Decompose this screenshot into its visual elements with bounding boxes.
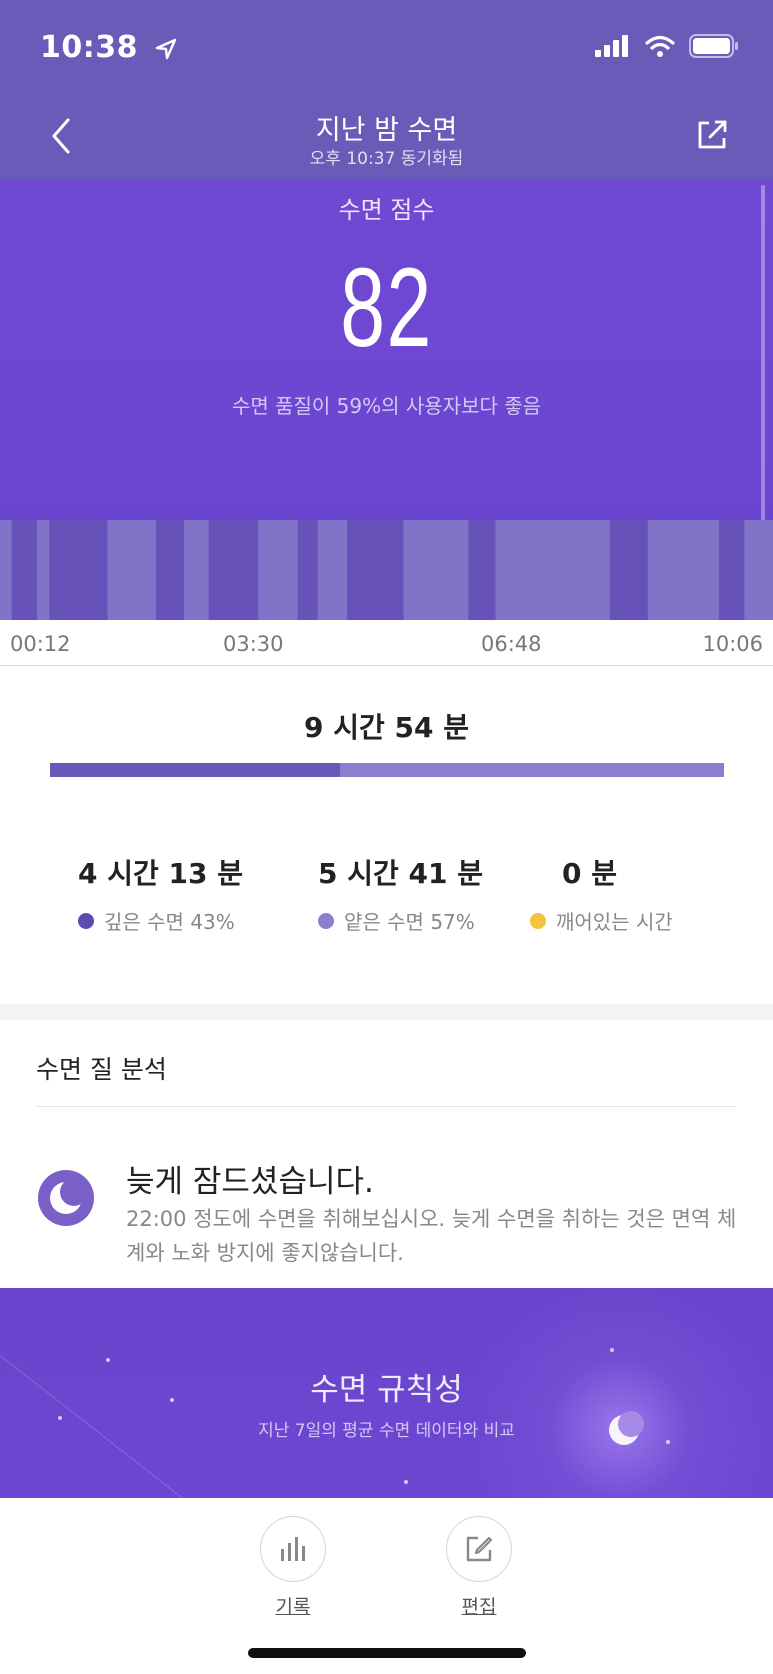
edit-button-label[interactable]: 편집: [439, 1592, 519, 1619]
sleep-stage-chart: [0, 520, 773, 620]
deep-sleep-duration: 4 시간 13 분: [78, 857, 243, 890]
bar-chart-icon: [281, 1537, 305, 1561]
awake-label-row: 깨어있는 시간: [530, 906, 673, 935]
cellular-signal-icon: [595, 35, 628, 57]
battery-icon: [689, 34, 738, 58]
edit-button-circle[interactable]: [446, 1516, 512, 1582]
light-sleep-duration: 5 시간 41 분: [318, 857, 483, 890]
clock-text: 10:38: [40, 30, 138, 65]
analysis-title: 늦게 잠드셨습니다.: [126, 1164, 374, 1200]
deep-sleep-segment: [156, 520, 184, 620]
sleep-score-description: 수면 품질이 59%의 사용자보다 좋음: [231, 394, 542, 418]
sleep-composition-bar: [50, 763, 724, 777]
sleep-score-label: 수면 점수: [338, 196, 435, 224]
deep-sleep-label-row: 깊은 수면 43%: [78, 906, 243, 935]
page-title: 지난 밤 수면: [315, 115, 458, 146]
awake-label: 깨어있는 시간: [556, 910, 673, 934]
deep-sleep-segment: [468, 520, 496, 620]
star-decoration: [610, 1348, 614, 1352]
divider: [36, 1106, 736, 1107]
deep-sleep-segment: [609, 520, 648, 620]
time-tick: 10:06: [702, 632, 763, 656]
deep-sleep-segment: [718, 520, 745, 620]
edit-icon: [466, 1536, 493, 1562]
deep-sleep-stat: 4 시간 13 분 깊은 수면 43%: [78, 852, 243, 935]
records-button-label[interactable]: 기록: [253, 1592, 333, 1619]
sleep-regularity-card[interactable]: 수면 규칙성 지난 7일의 평균 수면 데이터와 비교: [0, 1288, 773, 1498]
deep-sleep-segment: [49, 520, 108, 620]
share-icon[interactable]: [695, 118, 729, 152]
awake-duration: 0 분: [562, 857, 617, 890]
deep-sleep-segment: [297, 520, 318, 620]
moon-icon: [38, 1170, 94, 1226]
star-decoration: [404, 1480, 408, 1484]
deep-sleep-segment: [208, 520, 259, 620]
light-sleep-label-row: 얕은 수면 57%: [318, 906, 483, 935]
status-time: 10:38: [40, 30, 177, 65]
sleep-stage-timeline: [0, 520, 773, 620]
timeline-axis: 00:12 03:30 06:48 10:06: [0, 620, 773, 666]
records-button[interactable]: 기록: [253, 1516, 333, 1619]
awake-dot-icon: [530, 912, 546, 929]
crescent-moon-icon: [609, 1411, 644, 1445]
section-separator: [0, 1004, 773, 1020]
status-icons: [595, 34, 739, 58]
light-sleep-dot-icon: [318, 912, 334, 929]
time-tick: 00:12: [10, 632, 71, 656]
status-bar: 10:38: [0, 0, 773, 96]
deep-sleep-portion: [50, 763, 340, 777]
deep-sleep-segment: [347, 520, 404, 620]
sync-status: 오후 10:37 동기화됨: [309, 149, 464, 169]
time-tick: 06:48: [481, 632, 542, 656]
light-sleep-stat: 5 시간 41 분 얕은 수면 57%: [318, 852, 483, 935]
star-decoration: [106, 1358, 110, 1362]
sleep-analysis-heading: 수면 질 분석: [36, 1055, 167, 1084]
time-tick: 03:30: [223, 632, 284, 656]
wifi-icon: [645, 35, 675, 57]
location-arrow-icon: [155, 38, 177, 59]
deep-sleep-label: 깊은 수면 43%: [104, 910, 235, 934]
deep-sleep-segment: [11, 520, 38, 620]
home-indicator[interactable]: [248, 1648, 526, 1658]
sleep-score-value: 82: [340, 245, 433, 370]
light-sleep-label: 얕은 수면 57%: [344, 910, 475, 934]
regularity-title: 수면 규칙성: [310, 1372, 463, 1408]
navigation-header: 지난 밤 수면 오후 10:37 동기화됨: [0, 100, 773, 180]
bottom-action-bar: 기록 편집: [0, 1498, 773, 1674]
regularity-subtitle: 지난 7일의 평균 수면 데이터와 비교: [258, 1421, 515, 1441]
total-sleep-duration: 9 시간 54 분: [304, 711, 469, 744]
edit-button[interactable]: 편집: [439, 1516, 519, 1619]
deep-sleep-dot-icon: [78, 912, 94, 929]
awake-stat: 0 분 깨어있는 시간: [530, 852, 673, 935]
analysis-description: 22:00 정도에 수면을 취해보십시오. 늦게 수면을 취하는 것은 면역 체…: [126, 1207, 737, 1265]
records-button-circle[interactable]: [260, 1516, 326, 1582]
